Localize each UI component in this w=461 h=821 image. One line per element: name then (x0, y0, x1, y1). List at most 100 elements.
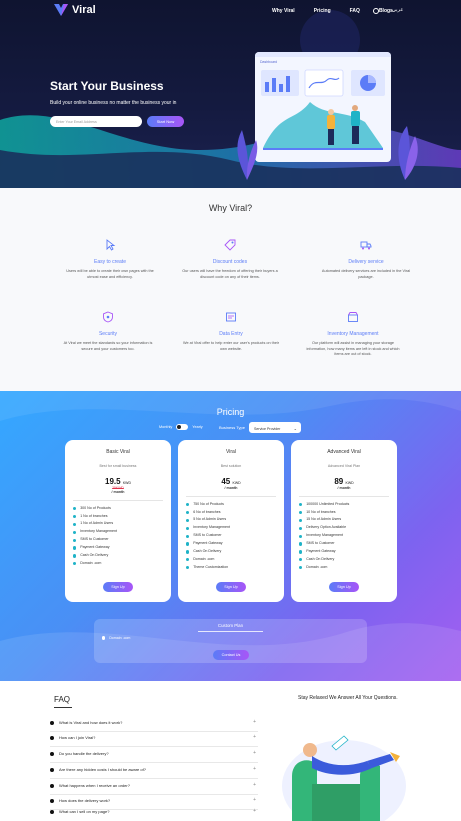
plan-card-viral: Viral Best solution 45 KWD / month 750 N… (178, 440, 284, 602)
sign-up-button[interactable]: Sign Up (216, 582, 246, 592)
plan-subtitle: Advanced Viral Plan (327, 464, 361, 468)
divider (299, 496, 389, 497)
sign-up-button[interactable]: Sign Up (329, 582, 359, 592)
feature-inventory-management: Inventory Management Our platform will a… (303, 310, 403, 358)
plan-feature: SMS to Customer (186, 532, 284, 540)
plan-price: 89 KWD (291, 477, 397, 486)
language-switch[interactable]: عربي (392, 7, 403, 13)
check-icon (186, 566, 190, 570)
plan-features: 750 No of Products 6 No of branches 5 No… (178, 501, 284, 572)
plan-feature-text: Domain .com (306, 564, 328, 569)
divider (186, 496, 276, 497)
sign-up-button[interactable]: Sign Up (103, 582, 133, 592)
plan-feature-text: Inventory Management (80, 529, 117, 534)
brand-logo[interactable]: Viral (54, 4, 96, 16)
business-type-select[interactable]: Service Provider ⌄ (249, 422, 301, 433)
feature-desc: Our platform will assist in managing you… (306, 341, 400, 357)
data-entry-icon (226, 312, 236, 322)
plan-feature-text: 300 No of Products (80, 505, 111, 510)
viral-logo-icon (54, 4, 68, 16)
toggle-label-monthly[interactable]: Monthly (159, 425, 172, 429)
check-icon (186, 534, 190, 538)
plan-feature: 300 No of Products (73, 505, 171, 513)
check-icon (299, 566, 303, 570)
check-icon (299, 558, 303, 562)
faq-question: What is Viral and how does it work? (59, 720, 123, 725)
nav-link-why-viral[interactable]: Why Viral (272, 8, 295, 14)
nav-link-faq[interactable]: FAQ (350, 8, 360, 14)
plan-feature: SMS to Customer (73, 536, 171, 544)
feature-title: Delivery service (348, 259, 384, 265)
plus-icon[interactable]: + (253, 797, 256, 803)
faq-item[interactable]: What happens when I receive an order? + (50, 780, 258, 795)
email-input[interactable]: Enter Your Email Address (50, 116, 142, 127)
faq-item[interactable]: What can I sell on my page? + (50, 806, 258, 821)
check-icon (299, 526, 303, 530)
plan-period: / month (111, 490, 125, 494)
plus-icon[interactable]: + (253, 750, 256, 756)
faq-item[interactable]: How can I join Viral? + (50, 732, 258, 747)
feature-title: Discount codes (212, 259, 248, 265)
feature-delivery-service: Delivery service Automated delivery serv… (316, 238, 416, 280)
faq-title-underline (54, 707, 72, 708)
feature-desc: Automated delivery services are included… (321, 269, 411, 279)
business-type-label: Business Type (219, 425, 245, 430)
bullet-icon (50, 736, 54, 740)
faq-item[interactable]: Are there any hidden costs I should be a… (50, 764, 258, 779)
plan-feature-text: 15 No of Admin Users (306, 517, 342, 522)
bullet-icon (50, 752, 54, 756)
billing-toggle-switch[interactable] (176, 424, 189, 430)
check-icon (186, 510, 190, 515)
plus-icon[interactable]: + (253, 782, 256, 788)
feature-desc: Users will be able to create their own p… (66, 269, 154, 279)
check-icon (73, 538, 77, 542)
plan-feature: 10 No of branches (299, 509, 397, 517)
user-icon[interactable] (373, 8, 379, 14)
plan-feature: Payment Gateway (73, 544, 171, 552)
faq-item[interactable]: Do you handle the delivery? + (50, 748, 258, 763)
custom-plan-card: Custom Plan Domain .com Contact Us (94, 619, 367, 663)
plan-feature: 100000 Unlimited Products (299, 501, 397, 509)
plan-feature: Payment Gateway (186, 540, 284, 548)
plan-feature: 1 No of Admin Users (73, 520, 171, 528)
toggle-label-yearly[interactable]: Yearly (192, 425, 202, 429)
nav-link-pricing[interactable]: Pricing (314, 8, 331, 14)
plan-feature: Domain .com (186, 556, 284, 564)
plan-currency: KWD (122, 481, 131, 485)
why-title: Why Viral? (208, 203, 253, 213)
plan-feature-text: Payment Gateway (80, 545, 110, 550)
plan-feature: 1 No of branches (73, 513, 171, 521)
plan-feature-text: SMS to Customer (80, 537, 109, 542)
feature-desc: At Viral we meet the standards so your i… (63, 341, 153, 351)
plan-period: / month (337, 486, 351, 490)
plan-feature-text: 750 No of Products (193, 501, 224, 506)
inventory-icon (348, 312, 358, 322)
plus-icon[interactable]: + (253, 734, 256, 740)
bullet-icon (50, 784, 54, 788)
plus-icon[interactable]: + (253, 808, 256, 814)
plan-price-value: 45 (221, 477, 231, 486)
plan-name: Viral (226, 449, 236, 455)
plan-feature: 5 No of Admin Users (186, 516, 284, 524)
nav-link-blogs[interactable]: Blogs (379, 8, 393, 14)
check-icon (299, 510, 303, 515)
contact-us-button[interactable]: Contact Us (213, 650, 249, 660)
start-now-button[interactable]: Start Now (147, 116, 184, 127)
plan-name: Basic Viral (106, 449, 130, 455)
plan-feature: Domain .com (299, 564, 397, 572)
faq-item[interactable]: What is Viral and how does it work? + (50, 717, 258, 732)
plan-feature-text: Domain .com (193, 556, 215, 561)
check-icon (73, 514, 77, 519)
faq-question: What can I sell on my page? (59, 809, 110, 814)
plan-feature: Cash On Delivery (73, 552, 171, 560)
bullet-icon (50, 768, 54, 772)
nav-links: Why Viral Pricing FAQ Blogs (272, 8, 412, 14)
plus-icon[interactable]: + (253, 719, 256, 725)
check-icon (299, 542, 303, 546)
faq-title: FAQ (54, 695, 71, 704)
plus-icon[interactable]: + (253, 766, 256, 772)
plan-feature: Payment Gateway (299, 548, 397, 556)
plan-card-basic: Basic Viral Best for small business 19.5… (65, 440, 171, 602)
plan-currency: KWD (345, 481, 354, 485)
plan-price-value: 19.5 (105, 477, 121, 486)
